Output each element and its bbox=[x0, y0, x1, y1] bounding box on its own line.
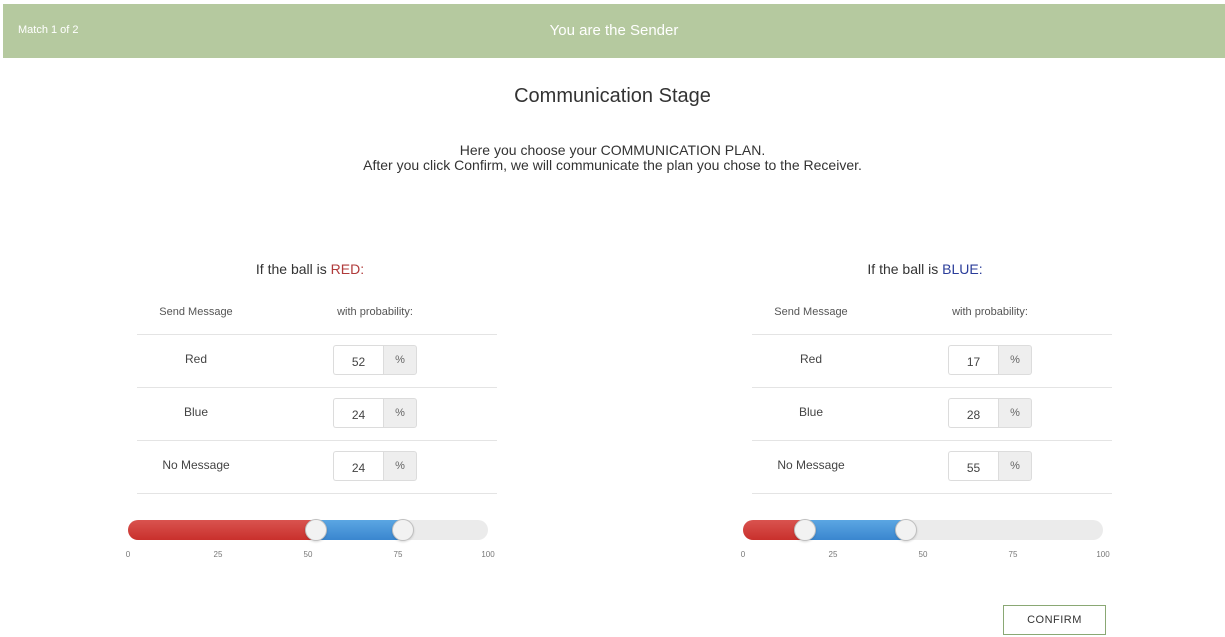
column-header-send-message: Send Message bbox=[159, 306, 233, 318]
percent-addon: % bbox=[998, 398, 1032, 428]
table-row: No Message % bbox=[137, 441, 497, 494]
table-row: No Message % bbox=[752, 441, 1112, 494]
column-header-send-message: Send Message bbox=[774, 306, 848, 318]
heading-prefix: If the ball is bbox=[255, 261, 331, 277]
heading-color-word: RED bbox=[330, 261, 361, 277]
probability-input-no-message[interactable] bbox=[333, 451, 383, 481]
table-row: Red % bbox=[752, 335, 1112, 388]
panel-heading: If the ball is BLUE: bbox=[735, 261, 1115, 277]
role-label: You are the Sender bbox=[549, 22, 679, 39]
blue-ball-plan-panel: If the ball is BLUE: Send Message with p… bbox=[735, 256, 1115, 576]
message-label: Blue bbox=[183, 405, 209, 419]
top-bar: Match 1 of 2 You are the Sender bbox=[3, 4, 1225, 58]
scale-tick: 75 bbox=[1008, 550, 1018, 559]
probability-input-group: % bbox=[333, 398, 419, 428]
probability-input-blue[interactable] bbox=[333, 398, 383, 428]
instructions-line-2: After you click Confirm, we will communi… bbox=[363, 157, 862, 173]
probability-input-no-message[interactable] bbox=[948, 451, 998, 481]
probability-input-group: % bbox=[333, 345, 419, 375]
slider-handle-blue-none[interactable] bbox=[895, 519, 917, 541]
probability-input-group: % bbox=[948, 345, 1034, 375]
table-header: Send Message with probability: bbox=[137, 296, 497, 335]
scale-tick: 50 bbox=[918, 550, 928, 559]
probability-table: Send Message with probability: Red % Blu… bbox=[137, 296, 497, 494]
probability-table: Send Message with probability: Red % Blu… bbox=[752, 296, 1112, 494]
message-label: Blue bbox=[798, 405, 824, 419]
slider-scale: 0 25 50 75 100 bbox=[740, 550, 1110, 562]
probability-input-group: % bbox=[948, 451, 1034, 481]
scale-tick: 50 bbox=[303, 550, 313, 559]
scale-tick: 100 bbox=[481, 550, 495, 559]
probability-input-red[interactable] bbox=[333, 345, 383, 375]
scale-tick: 0 bbox=[125, 550, 131, 559]
probability-input-red[interactable] bbox=[948, 345, 998, 375]
message-label: No Message bbox=[162, 458, 230, 472]
table-header: Send Message with probability: bbox=[752, 296, 1112, 335]
panel-heading: If the ball is RED: bbox=[120, 261, 500, 277]
probability-input-group: % bbox=[333, 451, 419, 481]
message-label: Red bbox=[799, 352, 822, 366]
instructions: Here you choose your COMMUNICATION PLAN.… bbox=[0, 143, 1225, 173]
column-header-probability: with probability: bbox=[952, 306, 1028, 318]
heading-suffix: : bbox=[360, 261, 365, 277]
probability-slider[interactable]: 0 25 50 75 100 bbox=[741, 519, 1110, 559]
percent-addon: % bbox=[998, 345, 1032, 375]
table-row: Blue % bbox=[137, 388, 497, 441]
slider-scale: 0 25 50 75 100 bbox=[125, 550, 495, 562]
scale-tick: 0 bbox=[740, 550, 746, 559]
page-title: Communication Stage bbox=[514, 85, 711, 107]
probability-input-blue[interactable] bbox=[948, 398, 998, 428]
percent-addon: % bbox=[383, 345, 417, 375]
scale-tick: 25 bbox=[828, 550, 838, 559]
percent-addon: % bbox=[383, 451, 417, 481]
red-ball-plan-panel: If the ball is RED: Send Message with pr… bbox=[120, 256, 500, 576]
probability-slider[interactable]: 0 25 50 75 100 bbox=[126, 519, 495, 559]
percent-addon: % bbox=[998, 451, 1032, 481]
slider-red-segment bbox=[128, 520, 316, 540]
confirm-button[interactable]: CONFIRM bbox=[1003, 605, 1106, 635]
heading-color-word: BLUE bbox=[942, 261, 979, 277]
scale-tick: 75 bbox=[393, 550, 403, 559]
slider-blue-segment bbox=[804, 520, 905, 540]
message-label: No Message bbox=[777, 458, 845, 472]
instructions-line-1: Here you choose your COMMUNICATION PLAN. bbox=[459, 142, 766, 158]
scale-tick: 25 bbox=[213, 550, 223, 559]
table-row: Red % bbox=[137, 335, 497, 388]
percent-addon: % bbox=[383, 398, 417, 428]
heading-suffix: : bbox=[978, 261, 983, 277]
probability-input-group: % bbox=[948, 398, 1034, 428]
slider-handle-blue-none[interactable] bbox=[391, 519, 414, 541]
slider-blue-segment bbox=[315, 520, 402, 540]
heading-prefix: If the ball is bbox=[867, 261, 943, 277]
message-label: Red bbox=[184, 352, 207, 366]
column-header-probability: with probability: bbox=[337, 306, 413, 318]
scale-tick: 100 bbox=[1096, 550, 1110, 559]
table-row: Blue % bbox=[752, 388, 1112, 441]
